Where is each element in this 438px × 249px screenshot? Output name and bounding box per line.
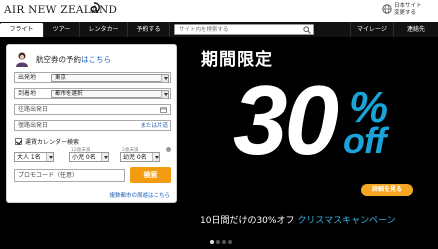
booking-title-text: 航空券の予約 [36,55,81,64]
chevron-down-icon [46,153,53,161]
site-search-input[interactable]: サイト内を検索する [179,26,229,34]
fare-calendar-checkbox[interactable] [15,138,22,145]
promo-code-input[interactable]: プロモコード（任意） [14,169,125,182]
site-search-box[interactable]: サイト内を検索する [174,24,314,35]
promo-details-button[interactable]: 詳細を見る [361,184,413,196]
booking-title-link[interactable]: はこちら [81,55,111,64]
chevron-down-icon [161,75,168,82]
globe-icon[interactable] [382,4,392,14]
nav-flights[interactable]: フライト [0,23,44,37]
site-header: AIR NEW ZEALAND 日本サイト 変更する [0,0,438,22]
origin-label: 出発地 [18,74,37,81]
carousel-dots [210,238,234,246]
flight-attendant-icon [16,52,28,67]
lang-line-2: 変更する [394,10,417,16]
chevron-down-icon [101,153,108,161]
destination-value: 都市を選択 [55,91,83,97]
multi-city-link[interactable]: 複数都市の周遊はこちら [109,191,170,199]
promo-tagline: 10日間だけの30%オフ クリスマスキャンペーン [200,213,396,226]
nav-rental-car[interactable]: レンタカー [80,22,128,37]
children-value: 小児 0名 [72,154,96,161]
booking-title: 航空券の予約はこちら [36,54,111,65]
infants-select[interactable]: 幼児 0名 [120,152,160,162]
language-switcher[interactable]: 日本サイト 変更する [394,3,422,17]
chevron-down-icon [161,91,168,98]
origin-select[interactable]: 東京 [51,74,169,82]
destination-row: 到着地 都市を選択 [14,88,171,99]
children-select[interactable]: 小児 0名 [69,152,109,162]
calendar-icon[interactable] [160,107,167,113]
destination-select[interactable]: 都市を選択 [51,90,169,98]
nav-book[interactable]: 予約する [128,22,170,37]
promo-tagline-highlight[interactable]: クリスマスキャンペーン [297,216,395,226]
depart-date-field[interactable]: 往路出発日 [14,104,171,115]
promo-off: off [343,120,386,161]
fare-calendar-label: 運賃カレンダー検索 [25,139,80,146]
search-button[interactable]: 検索 [130,167,171,183]
adults-value: 大人 1名 [17,154,41,161]
return-date-field[interactable]: 復路出発日 または片道 [14,120,171,131]
origin-value: 東京 [55,75,67,81]
koru-logo-icon[interactable] [87,2,101,16]
nav-contact[interactable]: 連絡先 [394,22,438,37]
carousel-dot-4[interactable] [228,240,232,244]
destination-label: 到着地 [18,90,37,97]
booking-panel: 航空券の予約はこちら 出発地 東京 到着地 都市を選択 往路出発日 復路出発日 … [6,44,177,203]
infants-value: 幼児 0名 [123,154,147,161]
nav-tours[interactable]: ツアー [44,22,80,37]
carousel-dot-2[interactable] [216,240,220,244]
info-icon[interactable] [166,147,171,152]
origin-row: 出発地 東京 [14,72,171,83]
lang-line-1: 日本サイト [394,3,422,9]
promo-big-number: 30 [233,65,339,175]
carousel-dot-1[interactable] [210,240,214,244]
search-icon[interactable] [303,26,311,34]
adults-select[interactable]: 大人 1名 [14,152,54,162]
main-nav: フライト ツアー レンタカー 予約する サイト内を検索する マイレージ 連絡先 [0,22,438,37]
chevron-down-icon [152,153,159,161]
promo-tagline-prefix: 10日間だけの30%オフ [200,216,295,226]
return-date-placeholder: 復路出発日 [18,122,49,129]
depart-date-placeholder: 往路出発日 [18,106,49,113]
promo-code-placeholder: プロモコード（任意） [18,172,79,179]
one-way-link[interactable]: または片道 [140,121,168,131]
carousel-dot-3[interactable] [222,240,226,244]
nav-mileage[interactable]: マイレージ [350,22,394,37]
